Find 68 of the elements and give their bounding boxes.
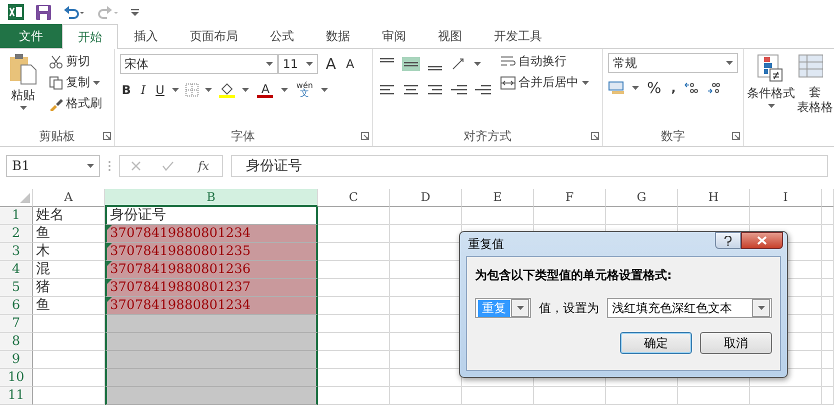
wrap-text-button[interactable]: 自动换行: [498, 53, 591, 70]
row-header[interactable]: 3: [0, 243, 33, 261]
ribbon-tab[interactable]: 数据: [310, 24, 366, 48]
ribbon-tab[interactable]: 公式: [254, 24, 310, 48]
copy-button[interactable]: 复制: [47, 74, 104, 91]
italic-button[interactable]: I: [138, 83, 148, 97]
column-header[interactable]: E: [462, 189, 534, 207]
row-header[interactable]: 10: [0, 369, 33, 387]
bold-button[interactable]: B: [120, 83, 133, 97]
dialog-label: 值，设置为: [539, 300, 599, 316]
format-painter-button[interactable]: 格式刷: [47, 95, 104, 112]
column-header[interactable]: B: [105, 189, 318, 207]
grow-font-button[interactable]: A: [324, 55, 338, 73]
number-format-field[interactable]: 常规: [608, 53, 738, 73]
dialog-prompt: 为包含以下类型值的单元格设置格式:: [475, 267, 673, 284]
column-header[interactable]: I: [750, 189, 822, 207]
group-label: 数字: [660, 128, 686, 145]
row-header[interactable]: 8: [0, 333, 33, 351]
row-header[interactable]: 7: [0, 315, 33, 333]
column-header[interactable]: F: [534, 189, 606, 207]
format-dropdown[interactable]: 浅红填充色深红色文本: [607, 298, 772, 318]
file-tab[interactable]: 文件: [0, 24, 62, 48]
dialog-title: 重复值: [468, 236, 504, 252]
ribbon-tab[interactable]: 审阅: [366, 24, 422, 48]
column-header[interactable]: H: [678, 189, 750, 207]
table-cell: 37078419880801235: [105, 243, 318, 261]
table-cell: 身份证号: [105, 207, 318, 225]
ribbon-tab[interactable]: 开发工具: [478, 24, 558, 48]
comma-button[interactable]: ,: [669, 81, 678, 95]
ribbon-tab[interactable]: 插入: [118, 24, 174, 48]
column-header[interactable]: D: [390, 189, 462, 207]
insert-function-button[interactable]: fx: [196, 159, 212, 173]
row-header[interactable]: 4: [0, 261, 33, 279]
column-header[interactable]: G: [606, 189, 678, 207]
table-cell: 37078419880801234: [105, 297, 318, 315]
font-size-field[interactable]: 11: [278, 54, 318, 74]
group-label: 对齐方式: [462, 128, 512, 145]
column-header[interactable]: A: [33, 189, 105, 207]
shrink-font-button[interactable]: A: [344, 57, 356, 71]
font-color-button[interactable]: A: [255, 82, 276, 98]
table-cell: 37078419880801237: [105, 279, 318, 297]
paste-button[interactable]: 粘贴: [5, 53, 41, 128]
format-as-table-button[interactable]: 套 表格格: [796, 53, 834, 146]
merge-center-button[interactable]: 合并后居中: [498, 74, 591, 91]
row-header[interactable]: 1: [0, 207, 33, 225]
table-cell: 37078419880801236: [105, 261, 318, 279]
ribbon-tab[interactable]: 页面布局: [174, 24, 254, 48]
ribbon-tab[interactable]: 视图: [422, 24, 478, 48]
table-cell: 37078419880801234: [105, 225, 318, 243]
ok-button[interactable]: 确定: [620, 332, 692, 354]
ribbon-tab[interactable]: 开始: [62, 24, 118, 49]
row-header[interactable]: 11: [0, 387, 33, 405]
group-label: 剪贴板: [38, 128, 76, 145]
cut-button[interactable]: 剪切: [47, 53, 104, 70]
row-header[interactable]: 9: [0, 351, 33, 369]
cancel-button[interactable]: 取消: [700, 332, 772, 354]
font-name-field[interactable]: 宋体: [120, 54, 278, 74]
row-header[interactable]: 2: [0, 225, 33, 243]
column-header[interactable]: C: [318, 189, 390, 207]
name-box[interactable]: B1: [6, 155, 100, 177]
row-header[interactable]: 5: [0, 279, 33, 297]
formula-field[interactable]: 身份证号: [231, 155, 828, 177]
conditional-formatting-button[interactable]: 条件格式: [746, 53, 796, 146]
phonetic-button[interactable]: wén 文: [294, 81, 315, 99]
percent-button[interactable]: %: [645, 79, 664, 97]
row-header[interactable]: 6: [0, 297, 33, 315]
underline-button[interactable]: U: [154, 83, 166, 97]
group-label: 字体: [230, 128, 256, 145]
